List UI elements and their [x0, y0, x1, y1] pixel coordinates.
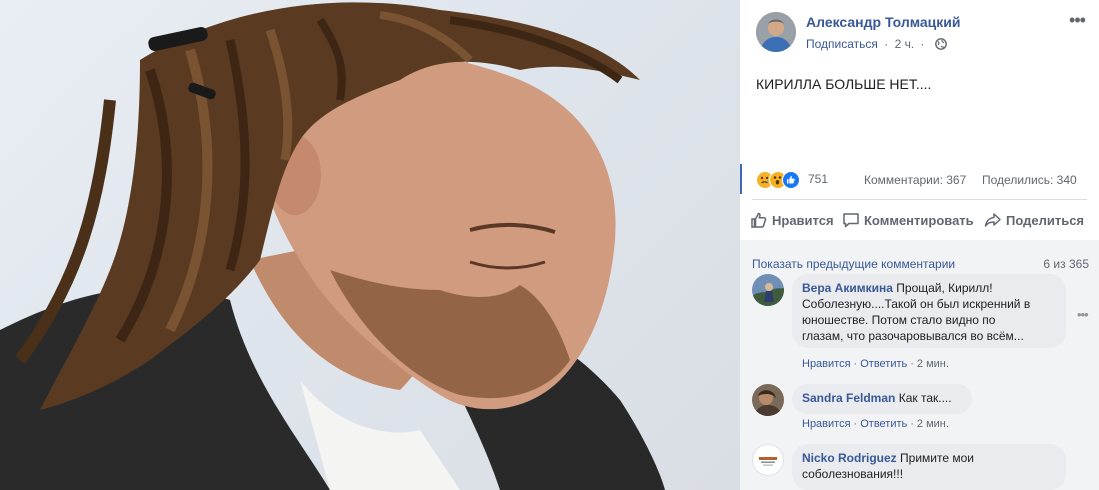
comment-label: Комментировать — [864, 213, 974, 228]
comment-reply-link[interactable]: Ответить — [860, 358, 907, 370]
more-options-icon[interactable]: ••• — [1067, 11, 1087, 34]
post-photo[interactable] — [0, 0, 740, 490]
comment-text-line: глазам, что разочаровывался во всём... — [802, 329, 1024, 343]
like-icon — [751, 212, 767, 228]
commenter-avatar[interactable] — [752, 444, 784, 476]
post-meta: Подписаться · 2 ч. · — [806, 37, 947, 51]
commenter-name[interactable]: Sandra Feldman — [802, 391, 895, 405]
commenter-avatar[interactable] — [752, 384, 784, 416]
divider — [752, 199, 1087, 200]
subscribe-link[interactable]: Подписаться — [806, 37, 878, 51]
comments-area: Показать предыдущие комментарии 6 из 365… — [740, 240, 1099, 490]
commenter-name[interactable]: Nicko Rodriguez — [802, 451, 897, 465]
shares-count[interactable]: Поделились: 340 — [982, 173, 1077, 187]
comment-like-link[interactable]: Нравится — [802, 418, 851, 430]
commenter-avatar[interactable] — [752, 274, 784, 306]
comment-text-line: Примите мои — [900, 451, 974, 465]
comment-time[interactable]: 2 мин. — [917, 418, 949, 430]
show-previous-comments-link[interactable]: Показать предыдущие комментарии — [752, 257, 955, 271]
like-label: Нравится — [772, 213, 834, 228]
comment-text-line: соболезнования!!! — [802, 467, 904, 481]
post-text: КИРИЛЛА БОЛЬШЕ НЕТ.... — [756, 76, 932, 92]
share-icon — [984, 213, 1001, 227]
comment-item: Sandra Feldman Как так.... Нравится · Отве… — [752, 384, 1092, 434]
comment-button[interactable]: Комментировать — [842, 210, 982, 232]
comments-count[interactable]: Комментарии: 367 — [864, 173, 966, 187]
comment-like-link[interactable]: Нравится — [802, 358, 851, 370]
comment-item: Вера Акимкина Прощай, Кирилл! Соболезную… — [752, 274, 1092, 374]
comment-time[interactable]: 2 мин. — [917, 358, 949, 370]
share-button[interactable]: Поделиться — [984, 210, 1094, 232]
comment-item: Nicko Rodriguez Примите мои соболезнован… — [752, 444, 1092, 490]
reactions-accent — [740, 164, 742, 194]
like-reaction-icon — [782, 171, 800, 189]
photo-illustration — [0, 2, 665, 490]
comment-icon — [843, 213, 859, 228]
comment-bubble: Вера Акимкина Прощай, Кирилл! Соболезную… — [792, 274, 1066, 348]
comment-text-line: Соболезную....Такой он был искренний в — [802, 297, 1031, 311]
comment-text-line: юношестве. Потом стало видно по — [802, 313, 996, 327]
meta-separator: · — [884, 37, 889, 51]
author-avatar[interactable] — [756, 12, 796, 52]
comment-text: Как так.... — [898, 391, 952, 405]
comment-bubble: Nicko Rodriguez Примите мои соболезнован… — [792, 444, 1066, 490]
post-actions: Нравится Комментировать Поделиться — [740, 204, 1099, 238]
like-button[interactable]: Нравится — [750, 210, 840, 232]
meta-separator-2: · — [920, 37, 925, 51]
globe-icon — [934, 38, 947, 50]
post-side-panel: Александр Толмацкий Подписаться · 2 ч. ·… — [740, 0, 1099, 490]
reactions-bar: 751 Комментарии: 367 Поделились: 340 — [740, 164, 1099, 196]
post-author-name[interactable]: Александр Толмацкий — [806, 14, 961, 30]
reaction-count[interactable]: 751 — [808, 172, 828, 186]
commenter-name[interactable]: Вера Акимкина — [802, 281, 893, 295]
comments-shown-count: 6 из 365 — [1043, 257, 1089, 271]
share-label: Поделиться — [1006, 213, 1085, 228]
comment-bubble: Sandra Feldman Как так.... — [792, 384, 972, 414]
comment-actions: Нравится · Ответить · 2 мин. — [802, 358, 949, 370]
comment-text-line: Прощай, Кирилл! — [896, 281, 993, 295]
comment-more-icon[interactable]: ••• — [1077, 307, 1089, 322]
post-time[interactable]: 2 ч. — [895, 37, 915, 51]
comment-actions: Нравится · Ответить · 2 мин. — [802, 418, 949, 430]
comment-reply-link[interactable]: Ответить — [860, 418, 907, 430]
